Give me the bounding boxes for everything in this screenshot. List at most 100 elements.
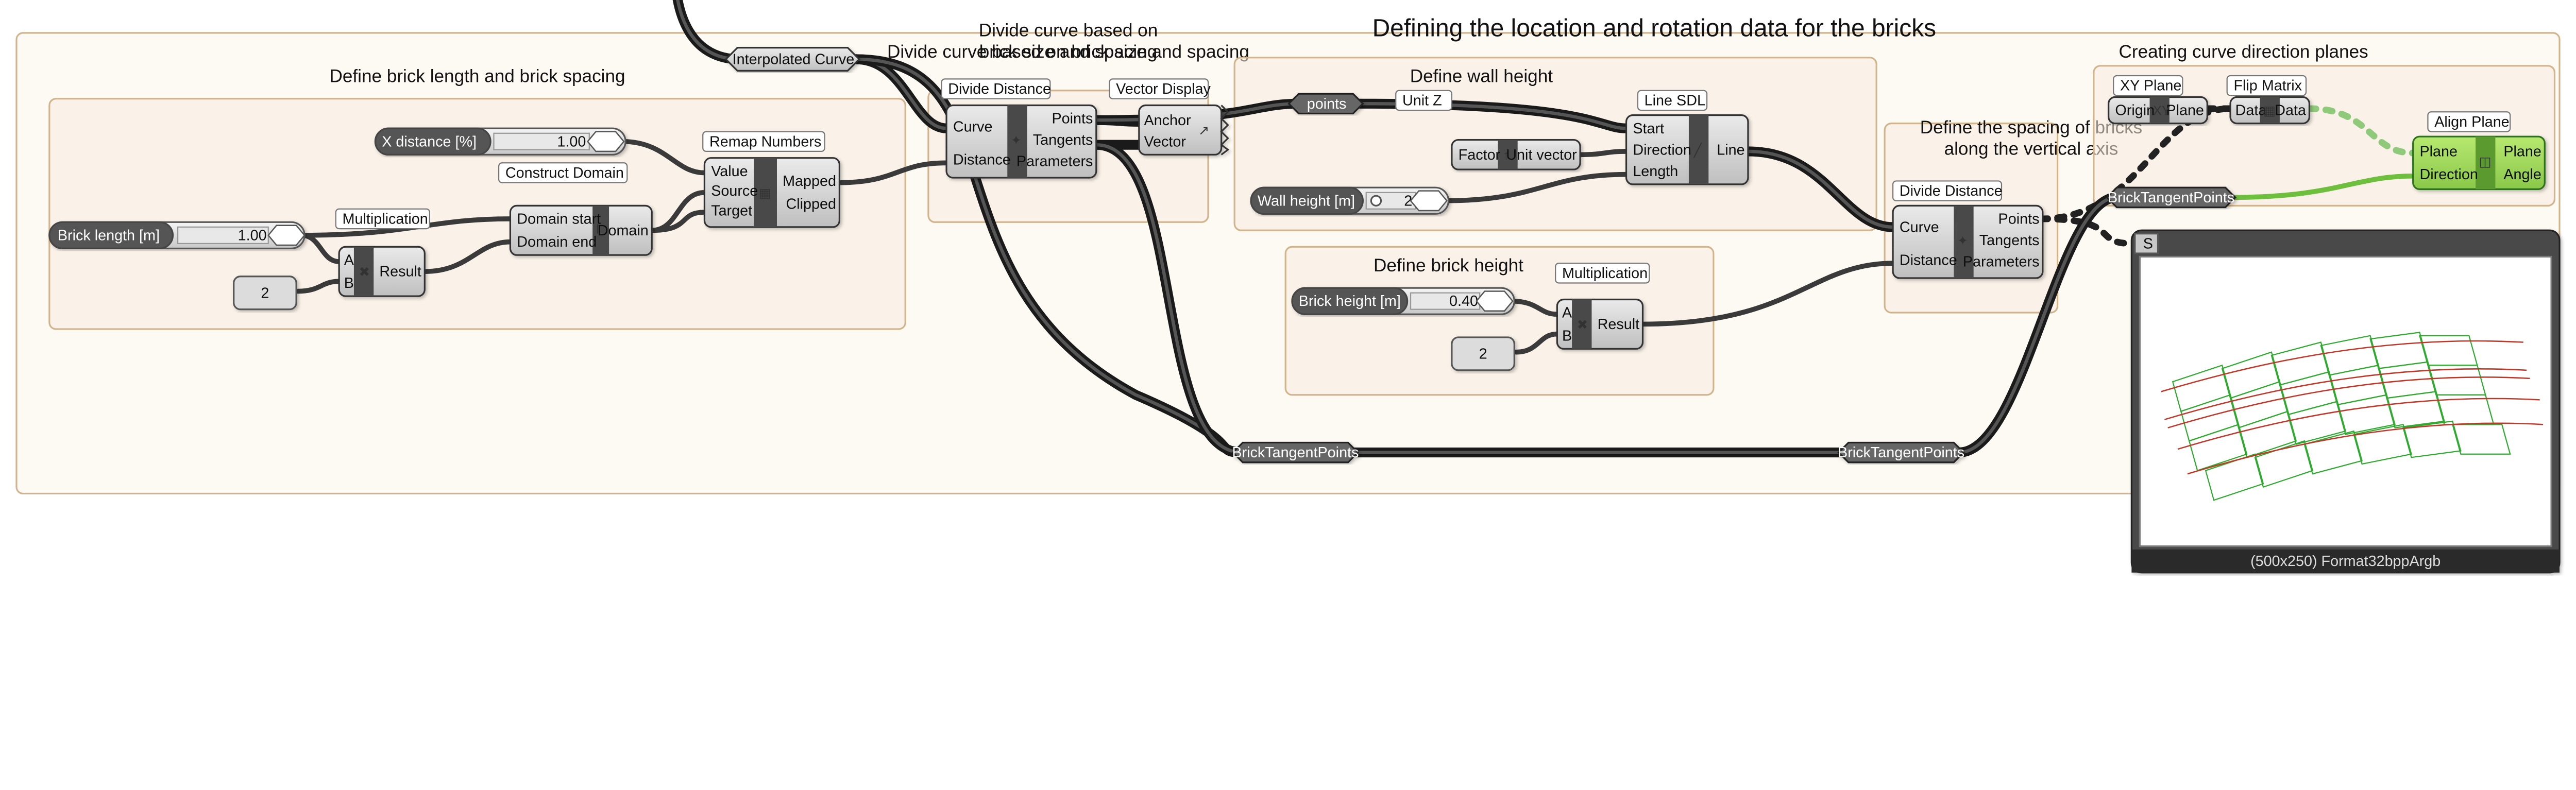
label-vec-disp: Vector Display [1109,79,1211,98]
image-viewer[interactable]: S [2131,230,2560,573]
svg-text:Plane: Plane [2166,102,2204,119]
comp-multiplication[interactable]: A B Result ✖ [339,247,425,296]
svg-text:Curve: Curve [1900,219,1939,235]
svg-text:S: S [2143,235,2153,252]
label-xy-plane: XY Plane [2113,76,2182,95]
remap-icon: ▦ [759,186,771,200]
svg-text:Curve: Curve [953,119,993,135]
multiply-icon: ✖ [1577,318,1588,332]
svg-text:Plane: Plane [2419,144,2458,160]
svg-text:BrickTangentPoints: BrickTangentPoints [1232,444,1359,461]
svg-text:Result: Result [379,264,421,280]
svg-text:Align Plane: Align Plane [2434,114,2509,130]
svg-text:Vector: Vector [1144,133,1186,150]
svg-text:Wall height [m]: Wall height [m] [1258,193,1355,209]
slider-wall-height[interactable]: Wall height [m] 2 [1251,187,1448,214]
svg-text:Flip Matrix: Flip Matrix [2233,78,2302,94]
svg-text:Result: Result [1598,316,1640,333]
gvs-l2: along the vertical axis [1944,139,2119,159]
svg-text:Vector Display: Vector Display [1116,81,1211,97]
label-multiplication: Multiplication [336,209,430,229]
svg-text:Factor: Factor [1459,147,1501,163]
svg-text:Distance: Distance [1900,252,1957,268]
multiply-icon: ✖ [359,265,369,280]
comp-xy-plane[interactable]: Origin Plane XY [2109,97,2208,123]
comp-divide-distance[interactable]: Curve Distance Points Tangents Parameter… [946,105,1096,178]
comp-remap[interactable]: Value Source Target Mapped Clipped ▦ [704,158,839,227]
slider-brick-height[interactable]: Brick height [m] 0.40 [1292,288,1514,314]
comp-construct-domain[interactable]: Domain start Domain end Domain I [510,205,652,255]
svg-text:Divide Distance: Divide Distance [1900,183,2003,199]
gwh-title: Define wall height [1410,66,1553,87]
relay-btp3[interactable]: BrickTangentPoints [2107,187,2235,207]
svg-text:Direction: Direction [2419,166,2478,183]
svg-text:Data: Data [2235,102,2267,119]
svg-text:Parameters: Parameters [1016,153,1093,170]
relay-btp2[interactable]: BrickTangentPoints [1838,442,1964,462]
svg-text:BrickTangentPoints: BrickTangentPoints [2108,190,2234,206]
svg-text:Clipped: Clipped [786,196,837,213]
slider-x-distance[interactable]: X distance [%] 1.00 [375,128,625,154]
svg-text:Unit vector: Unit vector [1506,147,1577,163]
xy-icon: XY [2153,104,2171,118]
label-div-dist2: Divide Distance [1893,181,2003,200]
comp-mult2[interactable]: A B Result ✖ [1557,299,1642,349]
panel-two-b[interactable]: 2 [1452,337,1514,370]
svg-text:Points: Points [1998,211,2040,228]
svg-text:Anchor: Anchor [1144,112,1191,129]
plane-icon: ◫ [2479,155,2491,169]
param-interpolated-curve[interactable]: Interpolated Curve [726,48,859,71]
svg-text:Value: Value [711,163,748,180]
svg-text:2: 2 [261,285,269,301]
svg-text:Brick height [m]: Brick height [m] [1299,293,1401,310]
comp-divide-distance-2[interactable]: Curve Distance Points Tangents Parameter… [1893,205,2043,278]
gbh-title: Define brick height [1374,255,1523,276]
slider-label: Brick length [m] [58,227,160,244]
domain-icon: I [596,222,600,237]
relay-points[interactable]: points [1289,94,1363,113]
svg-text:Unit Z: Unit Z [1402,92,1442,109]
big-title: Defining the location and rotation data … [1372,14,1937,42]
svg-text:Distance: Distance [953,151,1011,168]
relay-btp[interactable]: BrickTangentPoints [1232,442,1359,462]
label-line-sdl: Line SDL [1638,91,1707,110]
svg-text:Points: Points [1052,111,1093,127]
slider-brick-length[interactable]: Brick length [m] 1.00 [49,222,304,248]
svg-text:2: 2 [1479,346,1487,362]
svg-text:Tangents: Tangents [1979,232,2040,249]
label-align-plane: Align Plane [2428,112,2510,131]
comp-unit-z[interactable]: Factor Unit vector ↑ [1452,140,1580,170]
svg-text:Mapped: Mapped [783,173,836,190]
svg-text:Remap Numbers: Remap Numbers [709,133,821,150]
svg-text:Domain end: Domain end [517,234,597,250]
line-icon: ╱ [1693,142,1703,158]
label-flip-matrix: Flip Matrix [2227,76,2306,95]
panel-two-a[interactable]: 2 [234,277,296,310]
gpl-title: Creating curve direction planes [2119,42,2368,62]
svg-text:Line: Line [1717,142,1744,158]
svg-text:Domain start: Domain start [517,211,601,228]
vector-icon: ↗ [1198,124,1209,138]
comp-vector-display[interactable]: Anchor Vector ↗ [1139,105,1228,154]
comp-align-plane[interactable]: Plane Direction Plane Angle ◫ [2413,136,2545,189]
divide-icon: ✦ [1957,234,1968,248]
comp-line-sdl[interactable]: Start Direction Length Line ╱ [1626,115,1748,184]
svg-text:Parameters: Parameters [1963,254,2040,270]
svg-text:X distance [%]: X distance [%] [382,133,477,150]
slider-value: 1.00 [238,227,267,244]
svg-text:Multiplication: Multiplication [1562,265,1648,282]
svg-text:Start: Start [1633,121,1664,137]
unitz-icon: ↑ [1503,148,1510,163]
matrix-icon: ▦ [2263,104,2276,118]
svg-text:A: A [344,252,354,268]
viewer-status: (500x250) Format32bppArgb [2250,553,2441,570]
gd-l2: brick size and spacing [979,42,1158,62]
svg-text:Tangents: Tangents [1033,132,1093,148]
label-mult2: Multiplication [1555,263,1649,283]
svg-text:1.00: 1.00 [557,133,586,150]
svg-text:points: points [1307,96,1347,112]
label-remap: Remap Numbers [703,132,824,151]
svg-text:0.40: 0.40 [1449,293,1478,310]
comp-flip-matrix[interactable]: Data Data ▦ [2230,97,2309,123]
svg-text:Length: Length [1633,163,1678,180]
